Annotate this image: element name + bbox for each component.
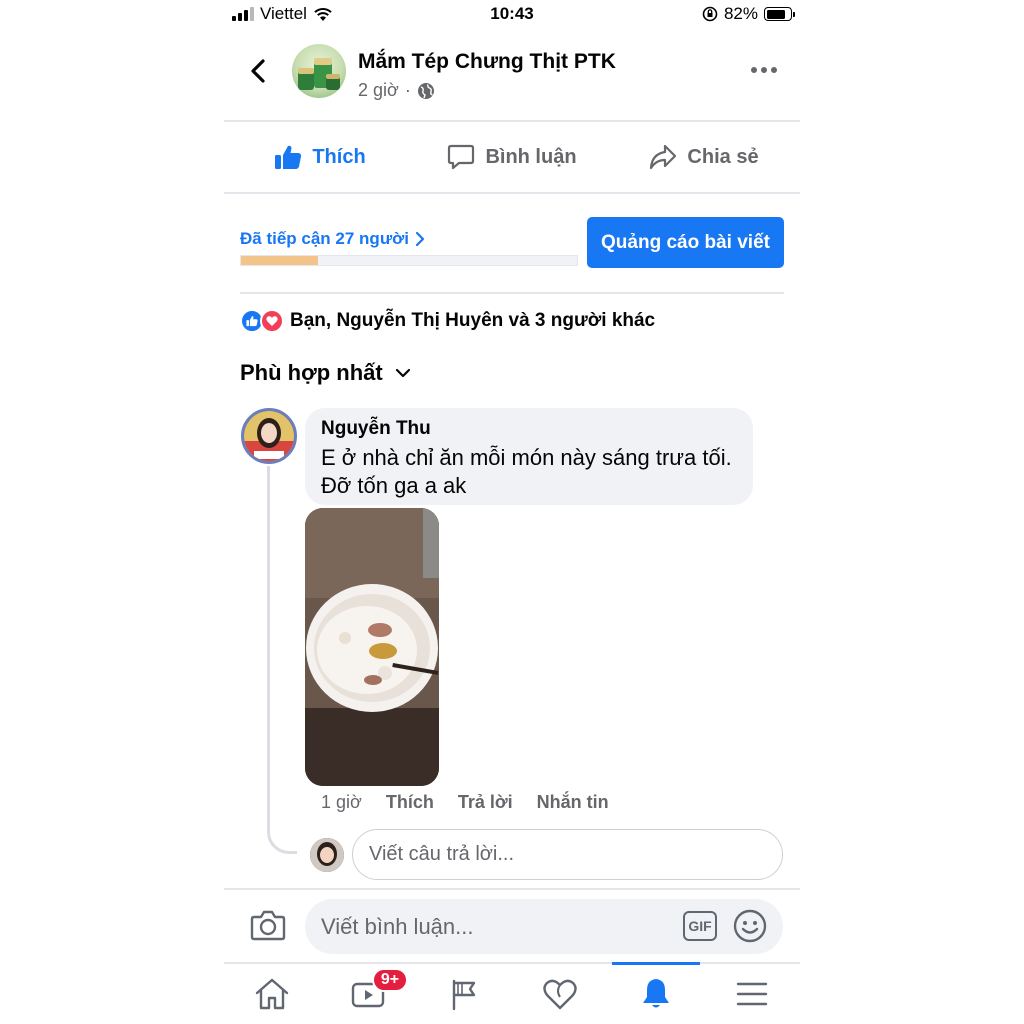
nav-notifications[interactable] <box>634 972 678 1016</box>
nav-dating[interactable] <box>538 972 582 1016</box>
comment-thread-line <box>267 466 297 854</box>
commenter-photo <box>244 411 294 461</box>
header-divider <box>224 120 800 122</box>
reaction-icons <box>240 309 284 333</box>
nav-menu[interactable] <box>730 972 774 1016</box>
comment-text-line-1: E ở nhà chỉ ăn mỗi món này sáng trưa tối… <box>321 445 732 470</box>
composer-divider <box>224 888 800 890</box>
comment-button[interactable]: Bình luận <box>416 143 608 171</box>
menu-icon <box>736 982 768 1006</box>
back-chevron-icon[interactable] <box>244 56 274 86</box>
globe-icon <box>417 82 434 99</box>
emoji-icon[interactable] <box>733 909 767 943</box>
page-avatar[interactable] <box>292 44 346 98</box>
comment-bubble[interactable]: Nguyễn Thu E ở nhà chỉ ăn mỗi món này sá… <box>305 408 753 505</box>
reach-link[interactable]: Đã tiếp cận 27 người <box>240 229 425 249</box>
battery-fill <box>766 9 786 19</box>
chevron-down-icon <box>395 368 410 378</box>
dating-heart-icon <box>543 979 577 1010</box>
comment-author[interactable]: Nguyễn Thu <box>321 418 737 440</box>
comment-sort-dropdown[interactable]: Phù hợp nhất <box>240 360 411 386</box>
status-right: 82% <box>702 4 795 24</box>
comment-bubble-icon <box>448 144 475 170</box>
reactions-text: Bạn, Nguyễn Thị Huyên và 3 người khác <box>290 310 656 331</box>
like-button[interactable]: Thích <box>224 144 416 170</box>
commenter-avatar[interactable] <box>241 408 297 464</box>
comment-label: Bình luận <box>485 145 577 168</box>
chevron-right-icon <box>415 231 425 247</box>
share-button[interactable]: Chia sẻ <box>608 144 800 170</box>
pages-flag-icon <box>452 979 476 1011</box>
like-label: Thích <box>312 145 366 168</box>
status-bar: Viettel 10:43 82% <box>224 0 800 30</box>
post-time[interactable]: 2 giờ <box>358 80 399 101</box>
reactions-summary[interactable]: Bạn, Nguyễn Thị Huyên và 3 người khác <box>240 309 655 333</box>
orientation-lock-icon <box>702 6 718 22</box>
nav-home[interactable] <box>250 972 294 1016</box>
nav-active-indicator <box>612 962 700 965</box>
reply-input[interactable]: Viết câu trả lời... <box>352 829 783 880</box>
battery-percent: 82% <box>723 4 758 23</box>
comment-meta: 1 giờ Thích Trả lời Nhắn tin <box>321 792 609 813</box>
page-product-photo <box>298 58 340 90</box>
page-name[interactable]: Mắm Tép Chưng Thịt PTK <box>358 50 616 74</box>
actions-divider <box>224 192 800 194</box>
rice-bowl-photo <box>305 508 439 786</box>
reach-divider <box>240 292 784 294</box>
share-arrow-icon <box>650 144 677 170</box>
home-icon <box>255 978 289 1010</box>
comment-like-button[interactable]: Thích <box>386 792 434 813</box>
watch-badge: 9+ <box>372 968 408 992</box>
post-meta: 2 giờ · <box>358 80 435 101</box>
battery-icon <box>764 7 795 21</box>
reach-label: Đã tiếp cận 27 người <box>240 229 409 248</box>
current-user-avatar <box>310 838 344 872</box>
reach-progress-bar <box>240 255 578 266</box>
camera-icon[interactable] <box>250 908 286 942</box>
nav-divider <box>224 962 800 964</box>
sort-label: Phù hợp nhất <box>240 360 383 385</box>
promote-post-button[interactable]: Quảng cáo bài viết <box>587 217 784 268</box>
comment-reply-button[interactable]: Trả lời <box>458 792 513 813</box>
meta-dot: · <box>404 80 411 100</box>
love-reaction-icon <box>260 309 284 333</box>
gif-button[interactable]: GIF <box>683 911 717 941</box>
current-user-photo <box>310 838 344 872</box>
comment-time: 1 giờ <box>321 792 362 812</box>
notifications-bell-icon <box>643 979 669 1008</box>
post-action-bar: Thích Bình luận Chia sẻ <box>224 124 800 190</box>
more-options-icon[interactable] <box>750 60 778 80</box>
comment-photo[interactable] <box>305 508 439 786</box>
thumbs-up-icon <box>275 145 302 169</box>
reach-progress-fill <box>241 256 319 265</box>
comment-message-button[interactable]: Nhắn tin <box>537 792 609 813</box>
nav-pages[interactable] <box>442 972 486 1016</box>
comment-text-line-2: Đỡ tốn ga a ak <box>321 473 467 498</box>
post-header: Mắm Tép Chưng Thịt PTK 2 giờ · <box>224 38 800 114</box>
share-label: Chia sẻ <box>687 145 759 168</box>
